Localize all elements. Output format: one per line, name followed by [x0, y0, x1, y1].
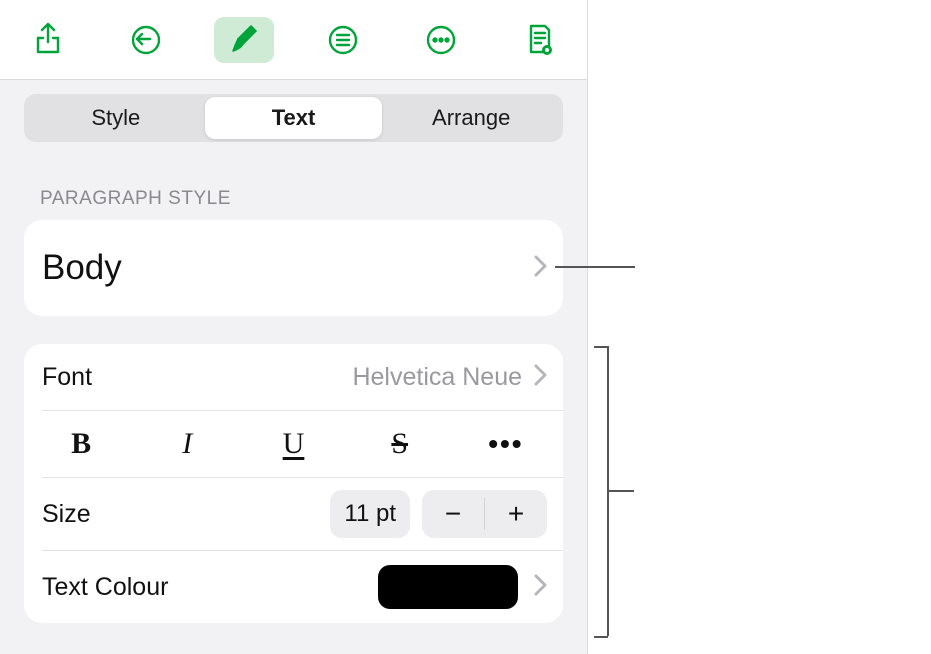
chevron-right-icon [534, 574, 547, 601]
document-options-icon [521, 22, 557, 58]
callout-bracket [607, 346, 609, 636]
paragraph-style-row[interactable]: Body [24, 220, 563, 316]
paragraph-style-header: Paragraph Style [0, 142, 587, 220]
paragraph-style-card: Body [24, 220, 563, 316]
font-value: Helvetica Neue [352, 363, 522, 392]
size-decrease-button[interactable]: − [422, 490, 484, 538]
format-button[interactable] [214, 17, 274, 63]
size-label: Size [42, 500, 91, 529]
callout-bracket-cap [594, 636, 608, 638]
font-row[interactable]: Font Helvetica Neue [24, 344, 563, 410]
share-icon [30, 22, 66, 58]
italic-button[interactable]: I [134, 411, 240, 477]
text-colour-swatch [378, 565, 518, 609]
size-increase-button[interactable]: + [485, 490, 547, 538]
more-button[interactable] [411, 17, 471, 63]
tab-arrange[interactable]: Arrange [382, 97, 560, 139]
more-icon [423, 22, 459, 58]
undo-icon [128, 22, 164, 58]
tab-text[interactable]: Text [205, 97, 383, 139]
strikethrough-button[interactable]: S [347, 411, 453, 477]
more-styles-button[interactable]: ••• [453, 411, 559, 477]
size-row: Size 11 pt − + [24, 478, 563, 550]
chevron-right-icon [534, 255, 547, 282]
bold-button[interactable]: B [28, 411, 134, 477]
size-value-button[interactable]: 11 pt [330, 490, 410, 538]
callout-bracket-cap [594, 346, 608, 348]
text-colour-row[interactable]: Text Colour [24, 551, 563, 623]
segmented-control: Style Text Arrange [24, 94, 563, 142]
font-label: Font [42, 363, 92, 392]
format-panel: Style Text Arrange Paragraph Style Body … [0, 0, 588, 654]
segmented-control-wrap: Style Text Arrange [0, 80, 587, 142]
text-colour-label: Text Colour [42, 573, 168, 602]
chevron-right-icon [534, 364, 547, 391]
insert-button[interactable] [313, 17, 373, 63]
list-icon [325, 22, 361, 58]
paragraph-style-value: Body [42, 248, 122, 288]
underline-button[interactable]: U [240, 411, 346, 477]
callout-bracket-lead [608, 490, 634, 492]
tab-style[interactable]: Style [27, 97, 205, 139]
paintbrush-icon [226, 22, 262, 58]
document-options-button[interactable] [509, 17, 569, 63]
undo-button[interactable] [116, 17, 176, 63]
share-button[interactable] [18, 17, 78, 63]
size-stepper: − + [422, 490, 547, 538]
font-settings-card: Font Helvetica Neue B I U S ••• Size 11 … [24, 344, 563, 623]
toolbar [0, 0, 587, 80]
style-buttons-row: B I U S ••• [24, 411, 563, 477]
